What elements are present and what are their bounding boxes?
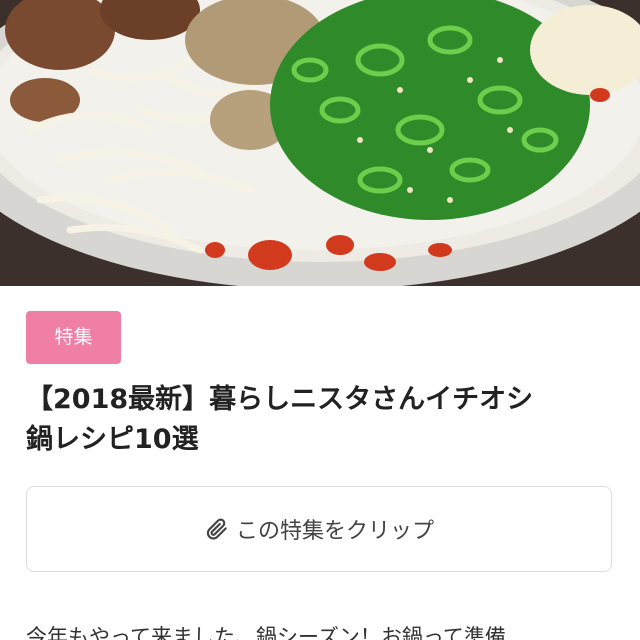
clip-feature-button[interactable]: この特集をクリップ xyxy=(26,486,612,572)
feature-page: 特集 【2018最新】暮らしニスタさんイチオシ 鍋レシピ10選 この特集をクリッ… xyxy=(0,0,640,640)
feature-tag: 特集 xyxy=(26,311,121,364)
title-line-1: 【2018最新】暮らしニスタさんイチオシ xyxy=(26,384,534,415)
feature-tag-label: 特集 xyxy=(54,326,93,348)
paperclip-icon xyxy=(204,516,230,542)
hotpot-photo xyxy=(0,0,640,286)
intro-text: 今年もやって来ました、鍋シーズン！お鍋って準備 xyxy=(26,625,506,640)
hero-image xyxy=(0,0,640,286)
clip-feature-label: この特集をクリップ xyxy=(235,519,434,544)
title-line-2: 鍋レシピ10選 xyxy=(26,424,199,455)
page-title: 【2018最新】暮らしニスタさんイチオシ 鍋レシピ10選 xyxy=(26,380,616,460)
